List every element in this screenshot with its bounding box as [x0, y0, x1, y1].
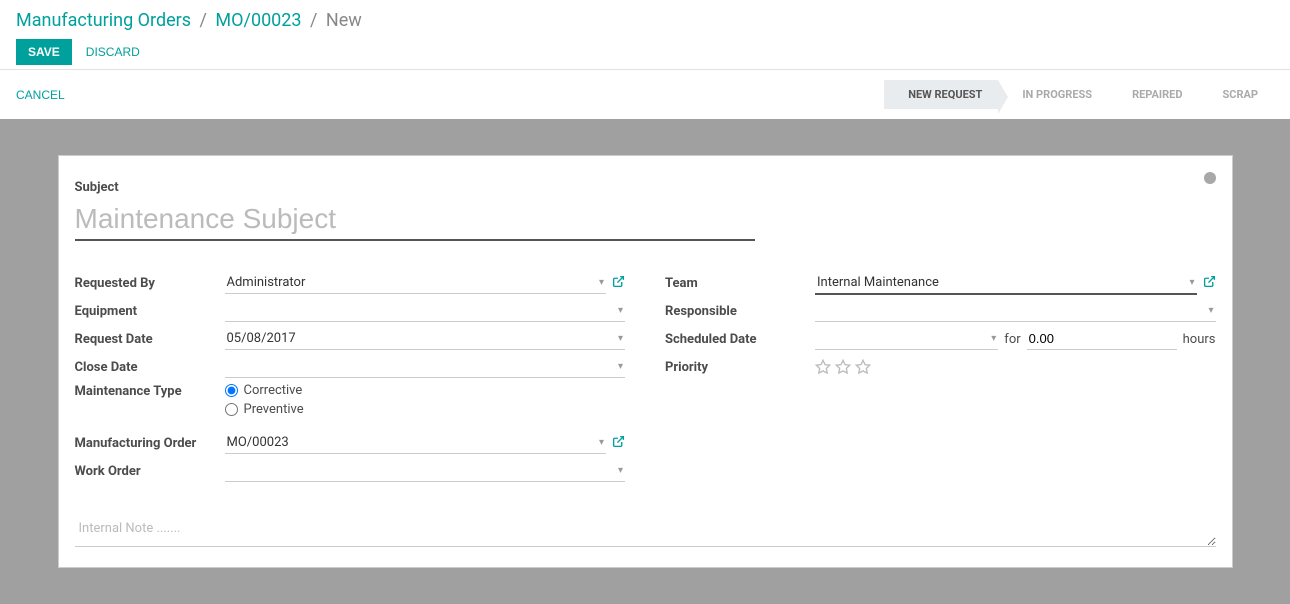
label-equipment: Equipment — [75, 304, 225, 319]
manufacturing-order-select[interactable]: MO/00023 ▾ — [225, 432, 607, 454]
external-link-icon[interactable] — [1203, 275, 1216, 292]
breadcrumb-sep: / — [310, 10, 317, 31]
chevron-down-icon: ▾ — [599, 277, 604, 288]
label-requested-by: Requested By — [75, 276, 225, 291]
work-order-select[interactable]: ▾ — [225, 460, 626, 482]
discard-button[interactable]: DISCARD — [86, 45, 140, 59]
chevron-down-icon: ▾ — [618, 305, 623, 316]
status-step-repaired[interactable]: REPAIRED — [1108, 80, 1198, 109]
label-team: Team — [665, 276, 815, 291]
label-request-date: Request Date — [75, 332, 225, 347]
scheduled-date-select[interactable]: ▾ — [815, 328, 998, 350]
chevron-down-icon: ▾ — [618, 465, 623, 476]
cancel-button[interactable]: CANCEL — [16, 88, 65, 102]
star-icon[interactable] — [835, 359, 851, 375]
form-columns: Requested By Administrator ▾ Equipment — [75, 269, 1216, 485]
breadcrumb-sep: / — [200, 10, 207, 31]
responsible-select[interactable]: ▾ — [815, 300, 1216, 322]
breadcrumb: Manufacturing Orders / MO/00023 / New — [16, 10, 1274, 31]
chevron-down-icon: ▾ — [1189, 277, 1194, 288]
scheduled-hours-unit: hours — [1183, 332, 1216, 347]
label-scheduled-date: Scheduled Date — [665, 332, 815, 347]
save-button[interactable]: SAVE — [16, 39, 72, 65]
internal-note-textarea[interactable] — [75, 515, 1216, 547]
radio-corrective[interactable]: Corrective — [225, 383, 304, 398]
equipment-select[interactable]: ▾ — [225, 300, 626, 322]
requested-by-select[interactable]: Administrator ▾ — [225, 272, 607, 294]
subject-label: Subject — [75, 180, 1216, 195]
status-step-new-request[interactable]: NEW REQUEST — [884, 80, 998, 109]
subject-input[interactable] — [75, 199, 755, 241]
external-link-icon[interactable] — [612, 275, 625, 292]
label-responsible: Responsible — [665, 304, 815, 319]
manufacturing-order-value: MO/00023 — [227, 435, 289, 450]
chevron-down-icon: ▾ — [599, 437, 604, 448]
chevron-down-icon: ▾ — [1208, 305, 1213, 316]
status-bar: NEW REQUEST IN PROGRESS REPAIRED SCRAP — [884, 80, 1274, 109]
radio-corrective-label: Corrective — [244, 383, 303, 398]
chevron-down-icon: ▾ — [618, 361, 623, 372]
status-step-in-progress[interactable]: IN PROGRESS — [998, 80, 1108, 109]
left-column: Requested By Administrator ▾ Equipment — [75, 269, 626, 485]
label-priority: Priority — [665, 360, 815, 375]
request-date-value: 05/08/2017 — [227, 331, 296, 346]
requested-by-value: Administrator — [227, 275, 306, 290]
form-sheet: Subject Requested By Administrator ▾ — [58, 155, 1233, 568]
chevron-down-icon: ▾ — [991, 333, 996, 344]
radio-preventive-input[interactable] — [225, 403, 238, 416]
label-maintenance-type: Maintenance Type — [75, 381, 225, 399]
breadcrumb-current: New — [326, 10, 362, 31]
priority-stars — [815, 359, 871, 375]
breadcrumb-mid[interactable]: MO/00023 — [215, 10, 301, 31]
kanban-state-dot[interactable] — [1204, 172, 1216, 184]
request-date-select[interactable]: 05/08/2017 ▾ — [225, 328, 626, 350]
star-icon[interactable] — [815, 359, 831, 375]
radio-preventive[interactable]: Preventive — [225, 402, 304, 417]
team-select[interactable]: Internal Maintenance ▾ — [815, 272, 1197, 295]
label-close-date: Close Date — [75, 360, 225, 375]
maintenance-type-radio-group: Corrective Preventive — [225, 381, 304, 419]
chevron-down-icon: ▾ — [618, 333, 623, 344]
label-manufacturing-order: Manufacturing Order — [75, 436, 225, 451]
radio-corrective-input[interactable] — [225, 384, 238, 397]
breadcrumb-root[interactable]: Manufacturing Orders — [16, 10, 191, 31]
external-link-icon[interactable] — [612, 435, 625, 452]
star-icon[interactable] — [855, 359, 871, 375]
scheduled-for-text: for — [1004, 332, 1020, 347]
close-date-select[interactable]: ▾ — [225, 356, 626, 378]
scheduled-hours-input[interactable] — [1027, 328, 1177, 350]
team-value: Internal Maintenance — [817, 275, 939, 290]
actions-row: SAVE DISCARD — [16, 39, 1274, 65]
right-column: Team Internal Maintenance ▾ Responsible — [665, 269, 1216, 485]
control-bar: CANCEL NEW REQUEST IN PROGRESS REPAIRED … — [0, 69, 1290, 119]
radio-preventive-label: Preventive — [244, 402, 304, 417]
stage-background: Subject Requested By Administrator ▾ — [0, 119, 1290, 604]
label-work-order: Work Order — [75, 464, 225, 479]
top-bar: Manufacturing Orders / MO/00023 / New SA… — [0, 0, 1290, 69]
status-step-scrap[interactable]: SCRAP — [1199, 80, 1275, 109]
